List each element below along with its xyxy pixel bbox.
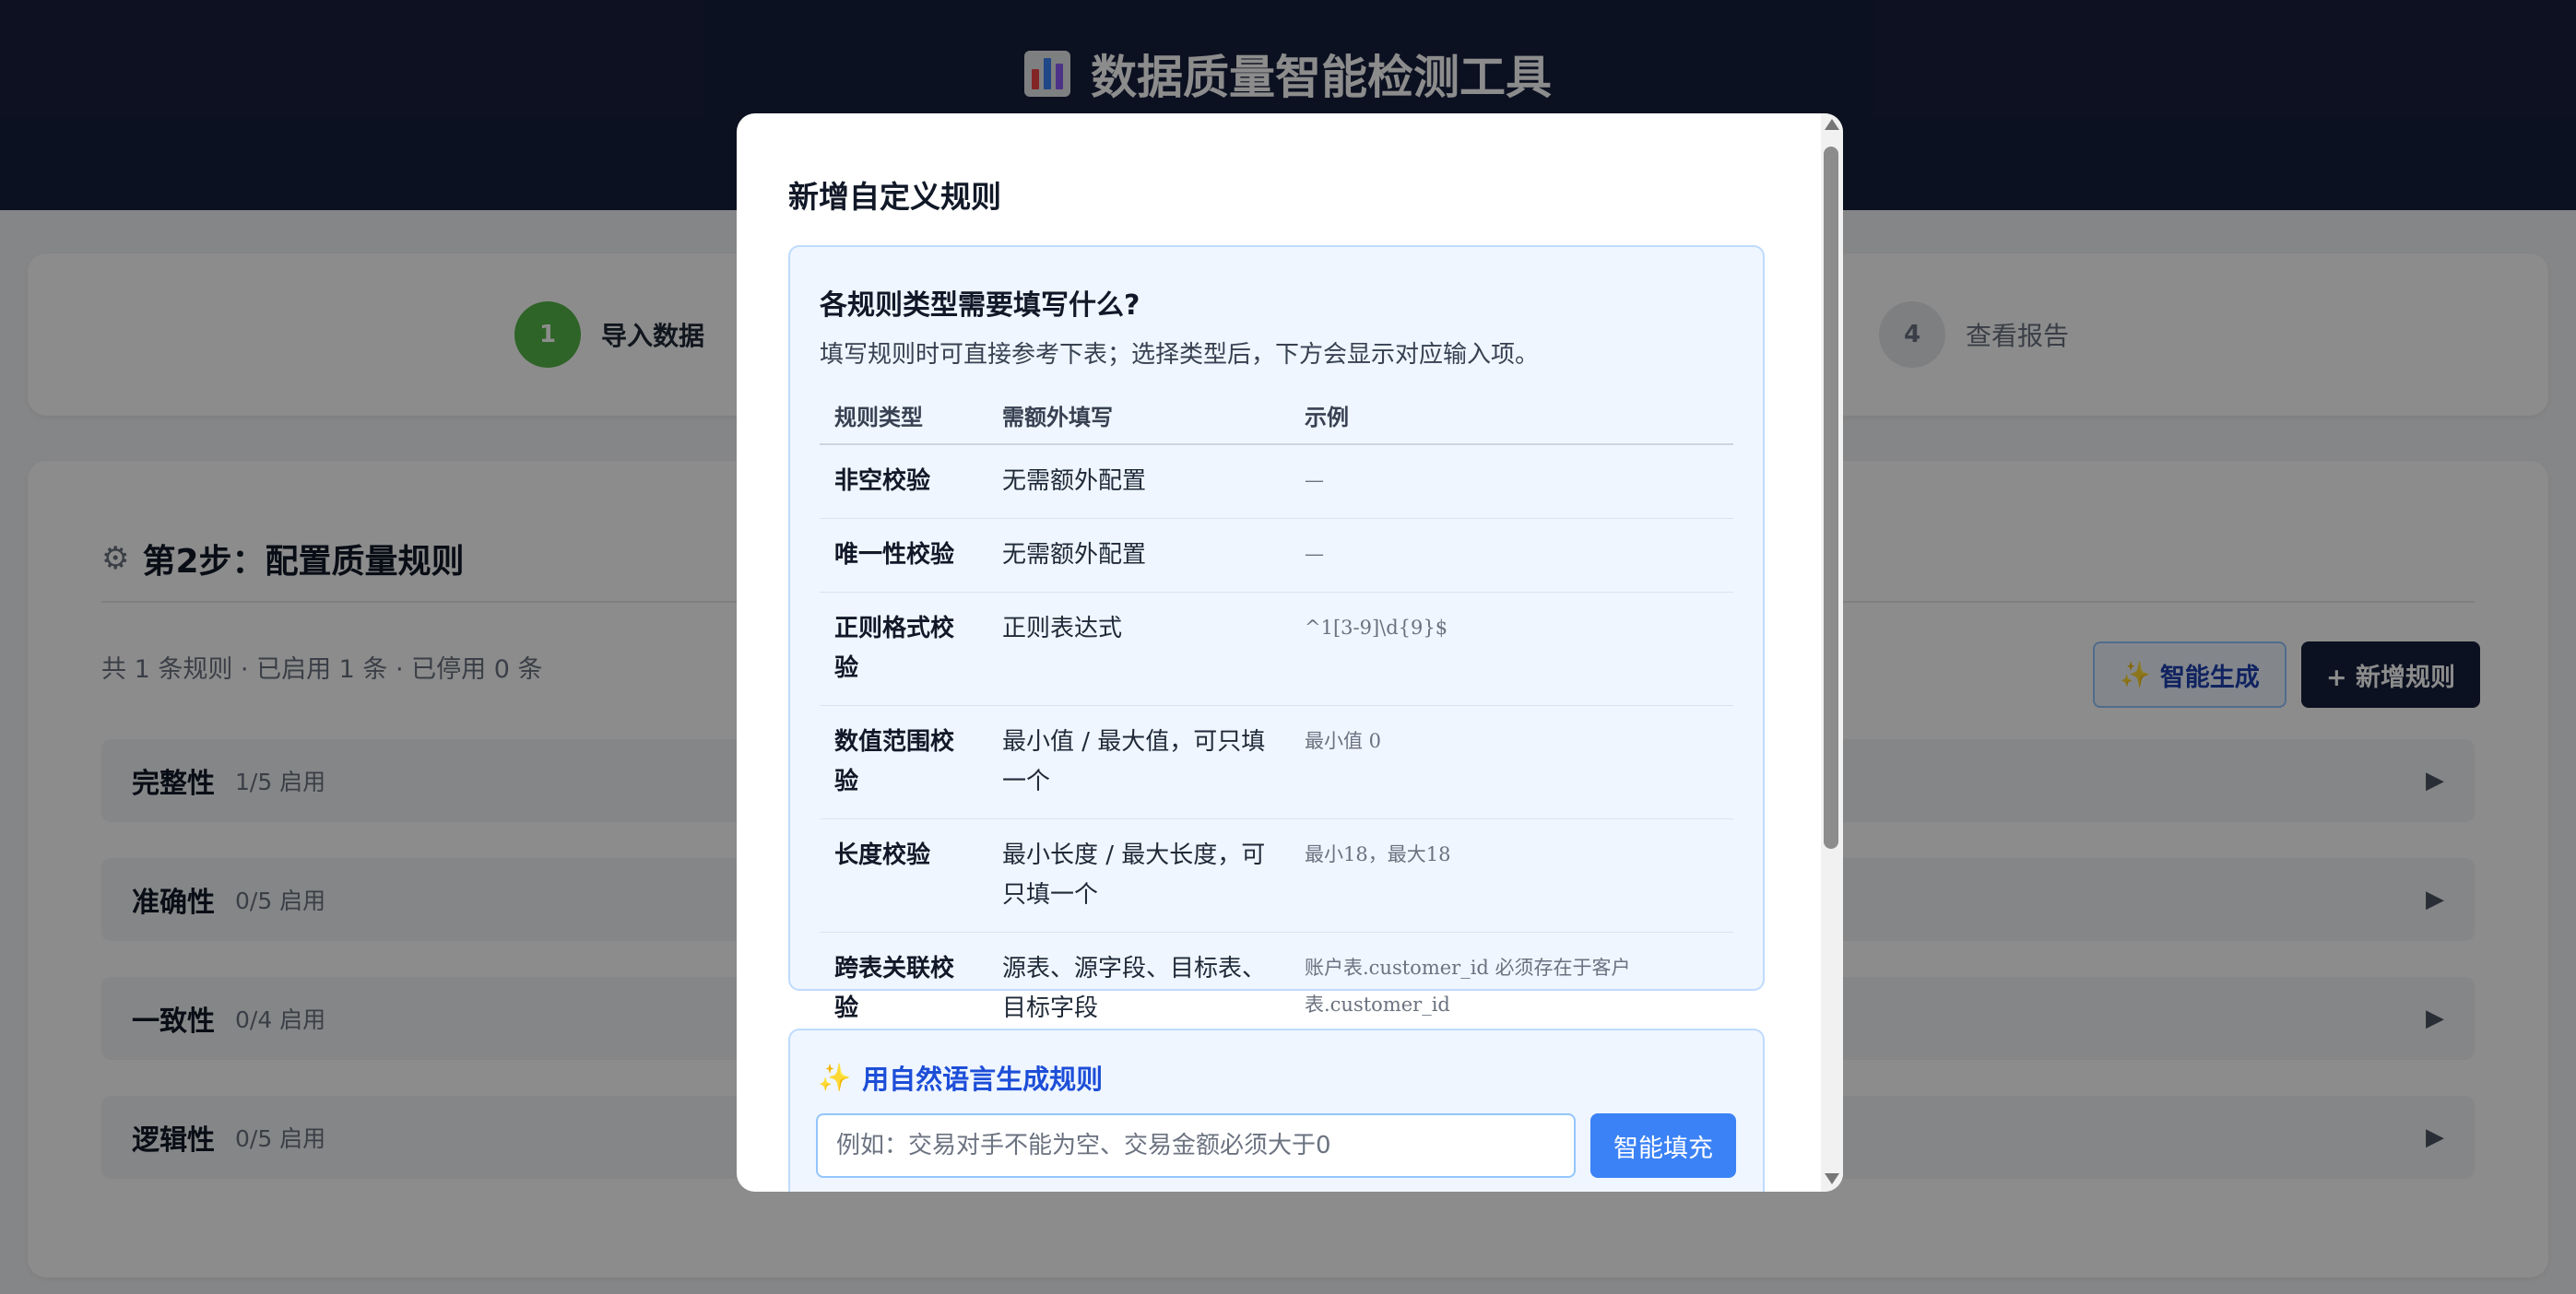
required-fields-cell: 无需额外配置 [987, 518, 1290, 593]
column-header: 示例 [1290, 387, 1733, 445]
example-cell: 最小18，最大18 [1290, 818, 1733, 933]
table-header-row: 规则类型 需额外填写 示例 [820, 387, 1733, 445]
table-row: 唯一性校验 无需额外配置 — [820, 518, 1733, 593]
example-cell: — [1290, 444, 1733, 519]
required-fields-cell: 最小长度 / 最大长度，可只填一个 [987, 818, 1290, 933]
natural-language-rule-box: ✨ 用自然语言生成规则 智能填充 [788, 1029, 1765, 1192]
scroll-down-arrow-icon[interactable] [1825, 1173, 1839, 1184]
table-row: 数值范围校验 最小值 / 最大值，可只填一个 最小值 0 [820, 705, 1733, 819]
example-cell: — [1290, 518, 1733, 593]
scrollbar-thumb[interactable] [1824, 147, 1838, 849]
rule-type-cell: 数值范围校验 [820, 705, 987, 819]
rule-type-cell: 唯一性校验 [820, 518, 987, 593]
help-title: 各规则类型需要填写什么? [820, 289, 1140, 322]
sparkle-icon: ✨ [818, 1061, 852, 1093]
rule-type-cell: 长度校验 [820, 818, 987, 933]
modal-title: 新增自定义规则 [788, 179, 1001, 215]
add-rule-modal: 新增自定义规则 各规则类型需要填写什么? 填写规则时可直接参考下表；选择类型后，… [737, 113, 1843, 1192]
required-fields-cell: 无需额外配置 [987, 444, 1290, 519]
required-fields-cell: 正则表达式 [987, 592, 1290, 706]
column-header: 需额外填写 [987, 387, 1290, 445]
rule-type-table: 规则类型 需额外填写 示例 非空校验 无需额外配置 — 唯一性校验 无需额外配置… [820, 387, 1733, 1046]
example-cell: ^1[3-9]\d{9}$ [1290, 592, 1733, 706]
example-cell: 最小值 0 [1290, 705, 1733, 819]
nl-title-text: 用自然语言生成规则 [862, 1064, 1104, 1095]
rule-type-cell: 正则格式校验 [820, 592, 987, 706]
table-row: 长度校验 最小长度 / 最大长度，可只填一个 最小18，最大18 [820, 818, 1733, 933]
column-header: 规则类型 [820, 387, 987, 445]
rule-type-cell: 非空校验 [820, 444, 987, 519]
modal-scrollbar[interactable] [1821, 113, 1843, 1192]
rule-type-help-box: 各规则类型需要填写什么? 填写规则时可直接参考下表；选择类型后，下方会显示对应输… [788, 245, 1765, 1046]
scroll-up-arrow-icon[interactable] [1825, 119, 1839, 130]
table-row: 正则格式校验 正则表达式 ^1[3-9]\d{9}$ [820, 592, 1733, 706]
nl-rule-input[interactable] [816, 1113, 1576, 1178]
table-row: 非空校验 无需额外配置 — [820, 444, 1733, 519]
smart-fill-button[interactable]: 智能填充 [1590, 1113, 1736, 1178]
help-description: 填写规则时可直接参考下表；选择类型后，下方会显示对应输入项。 [820, 341, 1540, 369]
required-fields-cell: 最小值 / 最大值，可只填一个 [987, 705, 1290, 819]
nl-title: ✨ 用自然语言生成规则 [818, 1058, 1103, 1097]
